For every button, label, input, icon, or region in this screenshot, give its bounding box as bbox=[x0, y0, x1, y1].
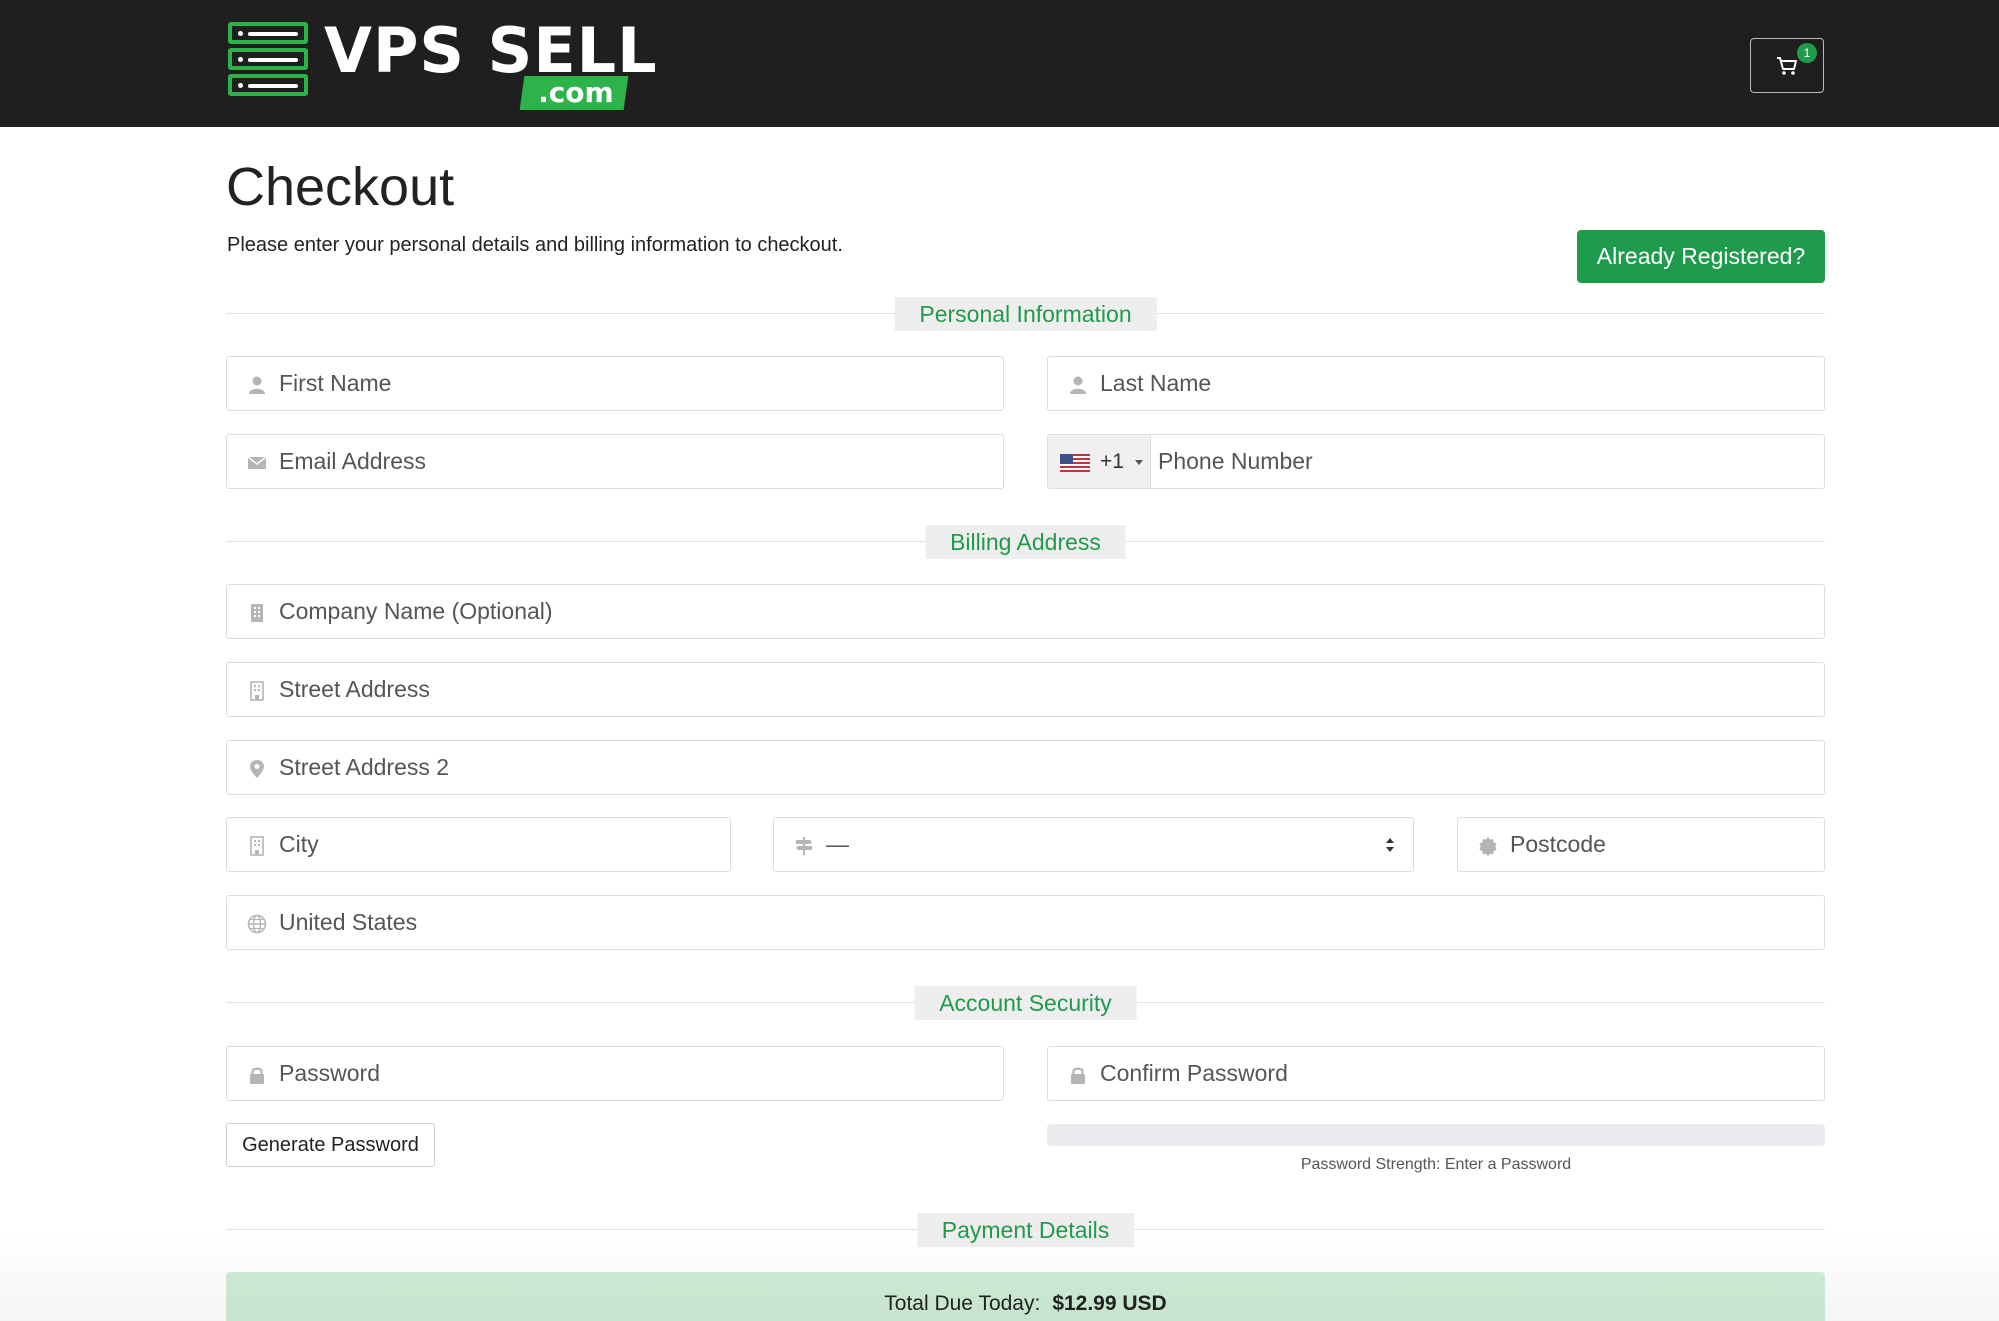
street-address-placeholder: Street Address bbox=[279, 676, 430, 702]
country-code: +1 bbox=[1100, 450, 1124, 473]
city-placeholder: City bbox=[279, 831, 319, 857]
postcode-placeholder: Postcode bbox=[1510, 831, 1606, 857]
phone-field[interactable]: +1 Phone Number bbox=[1047, 434, 1825, 489]
section-heading: Payment Details bbox=[916, 1213, 1135, 1247]
phone-placeholder: Phone Number bbox=[1158, 448, 1313, 474]
globe-icon bbox=[247, 914, 267, 934]
select-arrows-icon bbox=[1386, 838, 1394, 852]
section-personal-information: Personal Information bbox=[226, 297, 1825, 331]
state-select[interactable]: — bbox=[773, 817, 1414, 872]
section-billing-address: Billing Address bbox=[226, 525, 1825, 559]
lock-icon bbox=[250, 1067, 264, 1084]
section-heading: Billing Address bbox=[925, 525, 1126, 559]
cart-count-badge: 1 bbox=[1797, 43, 1817, 63]
building-icon bbox=[250, 836, 264, 856]
street-address-2-placeholder: Street Address 2 bbox=[279, 754, 450, 780]
confirm-password-field[interactable]: Confirm Password bbox=[1047, 1046, 1825, 1101]
building-icon bbox=[251, 604, 263, 622]
last-name-placeholder: Last Name bbox=[1100, 370, 1212, 396]
company-name-field[interactable]: Company Name (Optional) bbox=[226, 584, 1825, 639]
page-subtitle: Please enter your personal details and b… bbox=[227, 234, 843, 256]
email-field[interactable]: Email Address bbox=[226, 434, 1004, 489]
company-name-placeholder: Company Name (Optional) bbox=[279, 598, 553, 624]
confirm-password-placeholder: Confirm Password bbox=[1100, 1060, 1288, 1086]
user-icon bbox=[249, 376, 265, 394]
generate-password-button[interactable]: Generate Password bbox=[226, 1123, 435, 1167]
section-heading: Personal Information bbox=[894, 297, 1157, 331]
user-icon bbox=[1070, 376, 1086, 394]
us-flag-icon bbox=[1060, 454, 1090, 472]
envelope-icon bbox=[247, 456, 267, 469]
password-field[interactable]: Password bbox=[226, 1046, 1004, 1101]
password-strength-text: Password Strength: Enter a Password bbox=[1300, 1156, 1572, 1173]
section-payment-details: Payment Details bbox=[226, 1213, 1825, 1247]
signpost-icon bbox=[796, 837, 812, 855]
last-name-field[interactable]: Last Name bbox=[1047, 356, 1825, 411]
section-heading: Account Security bbox=[914, 986, 1137, 1020]
cart-button[interactable]: 1 bbox=[1750, 38, 1824, 93]
page-title: Checkout bbox=[226, 157, 455, 217]
country-value: United States bbox=[279, 909, 418, 935]
email-placeholder: Email Address bbox=[279, 448, 427, 474]
password-strength-bar bbox=[1047, 1124, 1825, 1146]
top-navbar: VPS SELL .com 1 bbox=[0, 0, 1999, 127]
country-code-dropdown[interactable]: +1 bbox=[1048, 435, 1151, 488]
certificate-icon bbox=[1479, 837, 1497, 856]
lock-icon bbox=[1071, 1067, 1085, 1084]
total-due-panel: Total Due Today: $12.99 USD bbox=[226, 1272, 1825, 1321]
street-address-field[interactable]: Street Address bbox=[226, 662, 1825, 717]
street-address-2-field[interactable]: Street Address 2 bbox=[226, 740, 1825, 795]
building-icon bbox=[250, 681, 264, 701]
chevron-down-icon bbox=[1135, 460, 1143, 465]
city-field[interactable]: City bbox=[226, 817, 731, 872]
already-registered-button[interactable]: Already Registered? bbox=[1577, 230, 1825, 283]
map-marker-icon bbox=[250, 760, 264, 778]
total-due-label: Total Due Today: bbox=[884, 1292, 1041, 1315]
password-placeholder: Password bbox=[279, 1060, 380, 1086]
cart-icon bbox=[1777, 57, 1797, 75]
country-select[interactable]: United States bbox=[226, 895, 1825, 950]
logo-suffix: .com bbox=[519, 76, 629, 110]
total-due-amount: $12.99 USD bbox=[1052, 1292, 1167, 1315]
state-value: — bbox=[826, 831, 849, 857]
postcode-field[interactable]: Postcode bbox=[1457, 817, 1825, 872]
total-due-row: Total Due Today: $12.99 USD bbox=[226, 1292, 1825, 1316]
first-name-placeholder: First Name bbox=[279, 370, 392, 396]
server-stack-icon bbox=[226, 20, 310, 102]
first-name-field[interactable]: First Name bbox=[226, 356, 1004, 411]
site-logo[interactable]: VPS SELL .com bbox=[226, 14, 657, 110]
section-account-security: Account Security bbox=[226, 986, 1825, 1020]
